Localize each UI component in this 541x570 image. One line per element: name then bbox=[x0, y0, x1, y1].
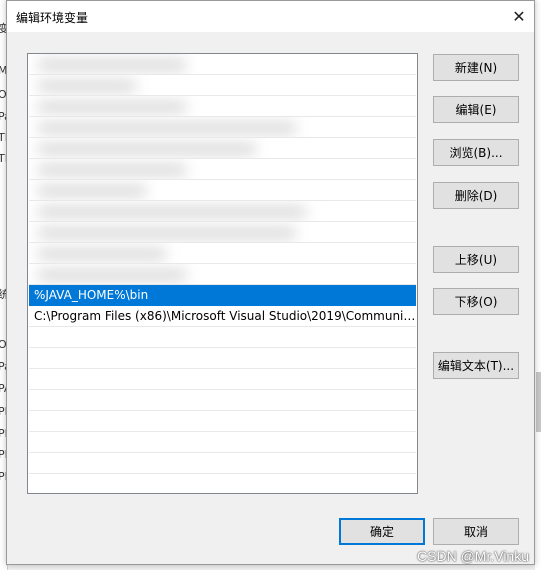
background-scroll-thumb bbox=[536, 372, 541, 432]
delete-button[interactable]: 删除(D) bbox=[433, 182, 519, 209]
list-item-redacted[interactable] bbox=[29, 180, 416, 201]
edit-text-button[interactable]: 编辑文本(T)... bbox=[433, 352, 519, 379]
move-down-button[interactable]: 下移(O) bbox=[433, 288, 519, 315]
list-item-empty[interactable] bbox=[29, 369, 416, 390]
list-item[interactable]: C:\Program Files (x86)\Microsoft Visual … bbox=[29, 306, 416, 327]
list-item-empty[interactable] bbox=[29, 432, 416, 453]
list-item-redacted[interactable] bbox=[29, 138, 416, 159]
close-button[interactable]: ✕ bbox=[504, 1, 534, 32]
edit-environment-variable-dialog: 编辑环境变量 ✕ %JAVA_HOME%\bin C:\Program File… bbox=[6, 0, 535, 565]
list-item-selected[interactable]: %JAVA_HOME%\bin bbox=[29, 285, 416, 306]
watermark: CSDN @Mr.Vinku bbox=[417, 548, 529, 564]
title-bar[interactable]: 编辑环境变量 ✕ bbox=[7, 1, 534, 32]
list-item-empty[interactable] bbox=[29, 474, 416, 493]
cancel-button[interactable]: 取消 bbox=[433, 518, 519, 545]
list-item-redacted[interactable] bbox=[29, 54, 416, 75]
list-item-redacted[interactable] bbox=[29, 159, 416, 180]
list-item-redacted[interactable] bbox=[29, 96, 416, 117]
new-button[interactable]: 新建(N) bbox=[433, 54, 519, 81]
path-entries-list[interactable]: %JAVA_HOME%\bin C:\Program Files (x86)\M… bbox=[27, 53, 418, 494]
list-item-empty[interactable] bbox=[29, 348, 416, 369]
list-item-redacted[interactable] bbox=[29, 75, 416, 96]
browse-button[interactable]: 浏览(B)... bbox=[433, 139, 519, 166]
background-window-scrollbar bbox=[535, 0, 541, 570]
list-item-redacted[interactable] bbox=[29, 243, 416, 264]
list-item-redacted[interactable] bbox=[29, 222, 416, 243]
move-up-button[interactable]: 上移(U) bbox=[433, 246, 519, 273]
list-item-redacted[interactable] bbox=[29, 201, 416, 222]
list-item-redacted[interactable] bbox=[29, 117, 416, 138]
list-item-empty[interactable] bbox=[29, 453, 416, 474]
edit-button[interactable]: 编辑(E) bbox=[433, 96, 519, 123]
dialog-title: 编辑环境变量 bbox=[16, 11, 89, 25]
list-item-empty[interactable] bbox=[29, 390, 416, 411]
list-item-empty[interactable] bbox=[29, 327, 416, 348]
ok-button[interactable]: 确定 bbox=[339, 518, 425, 545]
list-item-redacted[interactable] bbox=[29, 264, 416, 285]
list-item-empty[interactable] bbox=[29, 411, 416, 432]
close-icon: ✕ bbox=[512, 7, 526, 26]
